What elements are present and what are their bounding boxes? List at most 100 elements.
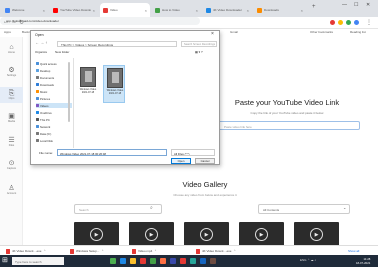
browser-tab[interactable]: Video ×	[100, 3, 150, 17]
taskbar-search-input[interactable]: Type here to search	[12, 257, 64, 265]
forward-icon[interactable]: →	[11, 19, 17, 25]
reload-icon[interactable]: ↻	[19, 19, 24, 26]
folder-tree-item[interactable]: Videos	[36, 103, 72, 108]
chevron-up-icon[interactable]: ⌃	[233, 249, 236, 253]
sidebar-item[interactable]: ♙ Account	[0, 182, 23, 198]
folder-tree-item[interactable]: Pictures	[36, 96, 50, 101]
extension-icon[interactable]	[346, 20, 351, 25]
browser-tab[interactable]: How to Video ×	[152, 3, 201, 17]
folder-tree-item[interactable]: Music	[36, 89, 47, 94]
profile-avatar[interactable]	[354, 20, 359, 25]
close-tab-icon[interactable]: ×	[196, 8, 198, 13]
folder-tree-item[interactable]: Downloads	[36, 82, 54, 87]
chevron-up-icon[interactable]: ⌃	[154, 249, 157, 253]
sidebar-item[interactable]: ☰ Files	[0, 134, 23, 150]
chevron-up-icon[interactable]: ⌃	[43, 249, 46, 253]
close-tab-icon[interactable]: ×	[301, 8, 303, 13]
folder-tree-item[interactable]: Data (D:)	[36, 131, 51, 136]
sidebar-icon: ☰	[8, 137, 15, 144]
category-select[interactable]: All Contents	[258, 204, 350, 214]
app-icon[interactable]	[200, 258, 206, 264]
sidebar-item[interactable]: ▣ Media	[0, 110, 23, 126]
close-tab-icon[interactable]: ×	[93, 8, 95, 13]
tree-scrollbar[interactable]	[68, 62, 70, 122]
chrome-icon[interactable]	[160, 258, 166, 264]
download-item[interactable]: Windows Setup... ⌃	[70, 248, 104, 254]
close-icon[interactable]: ×	[211, 31, 214, 37]
download-item[interactable]: 4K Video Downl....exe ⌃	[6, 248, 46, 254]
app-icon[interactable]	[170, 258, 176, 264]
show-all-downloads-link[interactable]: Show all	[348, 249, 359, 253]
search-icon[interactable]: ⌕	[150, 205, 153, 211]
chevron-up-icon[interactable]: ⌃	[101, 249, 104, 253]
dialog-nav-arrows[interactable]: ← → ↑	[35, 40, 47, 45]
app-icon[interactable]	[140, 258, 146, 264]
video-link-input[interactable]: Paste video link here	[215, 121, 360, 130]
system-tray[interactable]: ENG ⌃ ☁ ♪	[300, 258, 316, 262]
dialog-address-bar[interactable]: This PC > Videos > Screen Recordings	[57, 41, 177, 47]
file-name-input[interactable]: Windows Video 2021-07-18 00:26:48	[57, 149, 167, 156]
folder-tree-item[interactable]: Quick access	[36, 61, 57, 66]
download-item[interactable]: Video.mp4 ⌃	[132, 248, 157, 254]
address-bar[interactable]: app.4kdownload.com/video-downloader	[0, 17, 200, 25]
folder-icon	[36, 83, 39, 86]
file-item[interactable]: Windows Video 2021-07-18	[77, 65, 99, 103]
gallery-search-input[interactable]: Search	[74, 204, 162, 214]
folder-tree-label: Data (D:)	[40, 131, 52, 136]
close-tab-icon[interactable]: ×	[247, 8, 249, 13]
video-thumbnail[interactable]: ▶	[294, 222, 339, 246]
view-options-icon[interactable]: ▦ ▾ ?	[195, 50, 203, 54]
new-folder-button[interactable]: New folder	[55, 50, 69, 54]
sidebar-item[interactable]: ⎘ Clips	[0, 87, 23, 103]
bookmark-item[interactable]: Other bookmarks	[310, 30, 333, 34]
back-icon[interactable]: ←	[3, 19, 9, 25]
organize-button[interactable]: Organize	[35, 50, 47, 54]
new-tab-button[interactable]: +	[312, 4, 316, 10]
close-window-icon[interactable]: ✕	[366, 2, 370, 8]
minimize-icon[interactable]: —	[342, 2, 347, 8]
windows-start-icon[interactable]: ⊞	[2, 257, 8, 265]
folder-tree-item[interactable]: OneDrive	[36, 110, 52, 115]
file-item[interactable]: Windows Video 2021-07-18	[103, 65, 125, 103]
folder-tree-item[interactable]: Desktop	[36, 68, 50, 73]
bookmark-item[interactable]: Apps	[4, 30, 11, 34]
video-thumbnail[interactable]: ▶	[74, 222, 119, 246]
browser-tab[interactable]: 4K Video Downloader ×	[203, 3, 252, 17]
edge-icon[interactable]	[120, 258, 126, 264]
folder-tree-item[interactable]: Local Disk	[36, 138, 53, 143]
menu-icon[interactable]: ⋮	[366, 19, 372, 26]
maximize-icon[interactable]: ☐	[354, 2, 358, 8]
video-thumbnail[interactable]: ▶	[239, 222, 284, 246]
file-type-select[interactable]: All Files (*.*)	[171, 149, 215, 156]
folder-tree-item[interactable]: Network	[36, 124, 50, 129]
file-explorer-icon[interactable]	[130, 258, 136, 264]
open-button[interactable]: Open	[171, 158, 191, 164]
browser-tab[interactable]: YouTube Video Downloader×	[50, 3, 98, 17]
video-thumbnail[interactable]: ▶	[129, 222, 174, 246]
task-view-icon[interactable]	[110, 258, 116, 264]
dialog-search-input[interactable]: Search Screen Recordings	[181, 41, 217, 47]
extension-icon[interactable]	[338, 20, 343, 25]
folder-tree-item[interactable]: This PC	[36, 117, 50, 122]
download-item[interactable]: 4K Video Downl....exe ⌃	[196, 248, 236, 254]
bookmark-item[interactable]: Gmail	[230, 30, 238, 34]
sidebar-item[interactable]: ⊙ Capture	[0, 157, 23, 173]
taskbar-clock[interactable]: 11:28 18-07-2021	[356, 257, 370, 265]
sidebar-item[interactable]: ⚙ Settings	[0, 64, 23, 80]
browser-tab[interactable]: Downloads ×	[254, 3, 306, 17]
clock-date: 18-07-2021	[356, 261, 371, 265]
bookmark-item[interactable]: Reading list	[350, 30, 366, 34]
browser-tab[interactable]: Welcome ×	[2, 3, 48, 17]
file-name: Windows Video 2021-07-18	[79, 88, 97, 94]
sidebar-item[interactable]: ⌂ Home	[0, 41, 23, 57]
app-icon[interactable]	[150, 258, 156, 264]
folder-tree-item[interactable]: Documents	[36, 75, 54, 80]
cancel-button[interactable]: Cancel	[195, 158, 215, 164]
app-icon[interactable]	[190, 258, 196, 264]
app-icon[interactable]	[180, 258, 186, 264]
close-tab-icon[interactable]: ×	[43, 8, 45, 13]
extension-icon[interactable]	[330, 20, 335, 25]
close-tab-icon[interactable]: ×	[145, 8, 147, 13]
app-icon[interactable]	[210, 258, 216, 264]
video-thumbnail[interactable]: ▶	[184, 222, 229, 246]
